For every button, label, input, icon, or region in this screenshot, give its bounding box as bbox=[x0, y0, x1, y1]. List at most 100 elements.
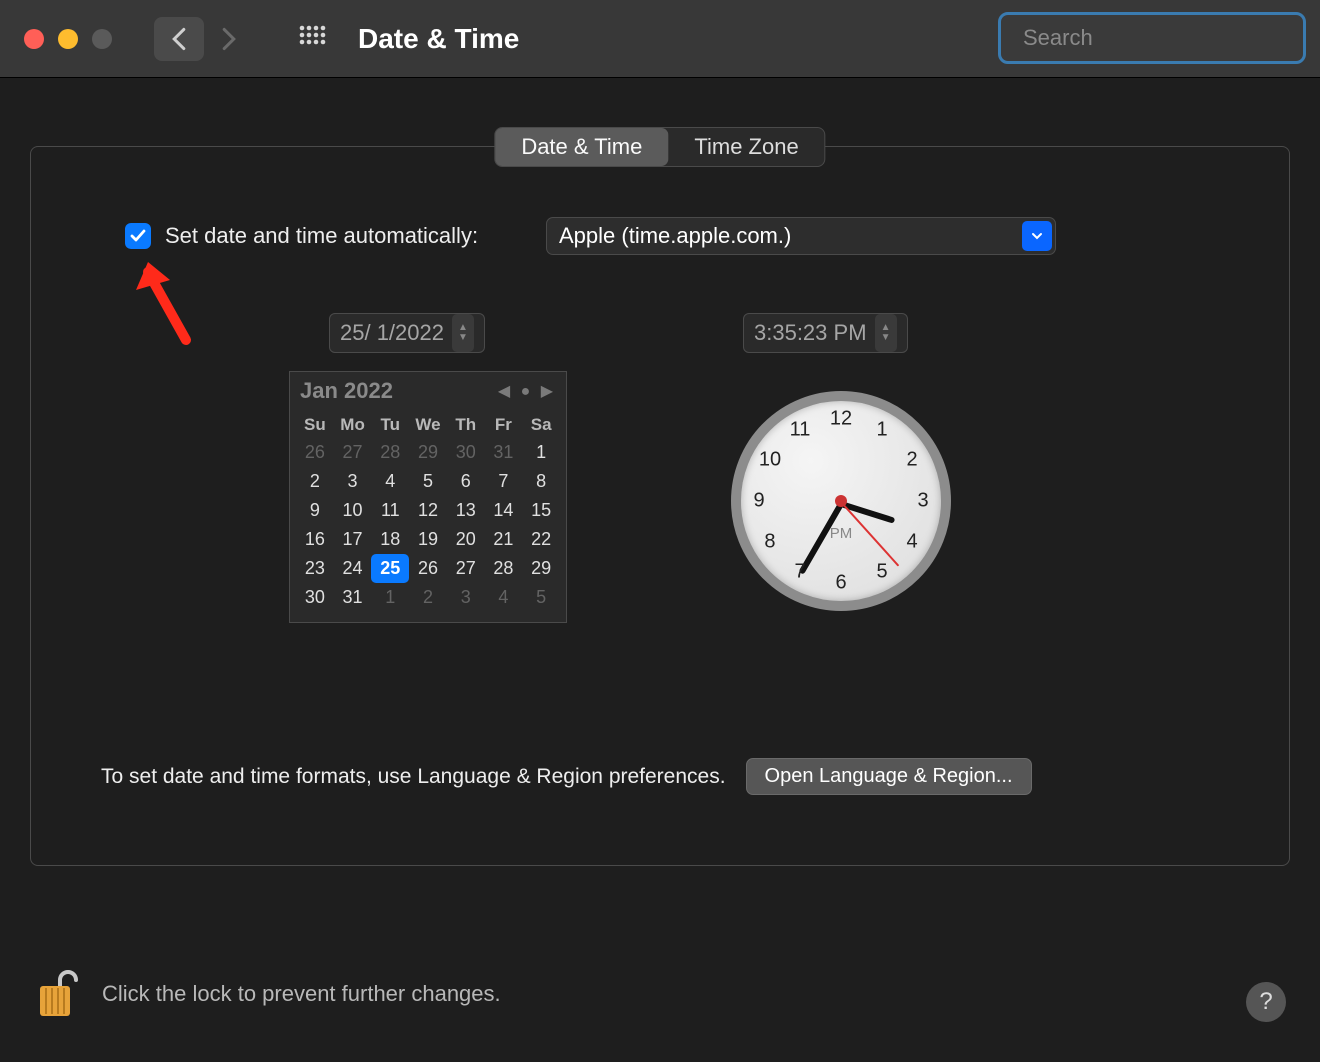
combo-dropdown-button[interactable] bbox=[1022, 221, 1052, 251]
forward-button[interactable] bbox=[204, 17, 254, 61]
open-language-region-button[interactable]: Open Language & Region... bbox=[746, 758, 1032, 795]
clock-number: 7 bbox=[794, 561, 805, 584]
calendar-month-label: Jan 2022 bbox=[300, 378, 498, 404]
calendar-day: 18 bbox=[371, 525, 409, 554]
calendar-day: 3 bbox=[334, 467, 372, 496]
calendar-dow: Mo bbox=[334, 412, 372, 438]
time-stepper: ▲▼ bbox=[875, 314, 897, 352]
calendar-day: 21 bbox=[485, 525, 523, 554]
minimize-window-button[interactable] bbox=[58, 29, 78, 49]
calendar-day: 1 bbox=[371, 583, 409, 612]
clock-number: 9 bbox=[753, 490, 764, 513]
window-title: Date & Time bbox=[358, 23, 519, 55]
search-field[interactable] bbox=[998, 12, 1306, 64]
calendar-day: 20 bbox=[447, 525, 485, 554]
calendar-day: 3 bbox=[447, 583, 485, 612]
tab-date-time[interactable]: Date & Time bbox=[495, 128, 668, 166]
clock-number: 8 bbox=[764, 531, 775, 554]
calendar-day: 31 bbox=[334, 583, 372, 612]
calendar-day: 8 bbox=[522, 467, 560, 496]
calendar-day: 4 bbox=[371, 467, 409, 496]
calendar-day: 4 bbox=[485, 583, 523, 612]
tab-time-zone[interactable]: Time Zone bbox=[668, 128, 824, 166]
clock-ampm: PM bbox=[830, 525, 853, 542]
calendar-day: 28 bbox=[485, 554, 523, 583]
calendar-dow: Sa bbox=[522, 412, 560, 438]
date-field: 25/ 1/2022 ▲▼ bbox=[329, 313, 485, 353]
calendar-day: 30 bbox=[447, 438, 485, 467]
show-all-icon[interactable] bbox=[298, 24, 328, 54]
calendar-day: 7 bbox=[485, 467, 523, 496]
calendar-day: 12 bbox=[409, 496, 447, 525]
calendar-nav: ◀ ● ▶ bbox=[498, 381, 556, 401]
back-button[interactable] bbox=[154, 17, 204, 61]
calendar-day: 30 bbox=[296, 583, 334, 612]
clock-number: 1 bbox=[876, 418, 887, 441]
calendar-day: 2 bbox=[409, 583, 447, 612]
clock-number: 4 bbox=[906, 531, 917, 554]
calendar-day: 25 bbox=[371, 554, 409, 583]
clock-number: 11 bbox=[790, 418, 811, 441]
nav-buttons bbox=[154, 17, 254, 61]
calendar-day: 11 bbox=[371, 496, 409, 525]
time-server-combo[interactable]: Apple (time.apple.com.) bbox=[546, 217, 1056, 255]
calendar-day: 1 bbox=[522, 438, 560, 467]
calendar-day: 6 bbox=[447, 467, 485, 496]
calendar-day: 24 bbox=[334, 554, 372, 583]
lock-hint: Click the lock to prevent further change… bbox=[102, 981, 501, 1007]
unlocked-lock-icon[interactable] bbox=[34, 966, 78, 1022]
calendar-day: 13 bbox=[447, 496, 485, 525]
calendar-day: 29 bbox=[409, 438, 447, 467]
auto-set-checkbox[interactable] bbox=[125, 223, 151, 249]
time-field-value: 3:35:23 PM bbox=[754, 320, 867, 346]
calendar-dow: Su bbox=[296, 412, 334, 438]
calendar-day: 28 bbox=[371, 438, 409, 467]
clock-number: 12 bbox=[830, 408, 852, 431]
calendar-day: 31 bbox=[485, 438, 523, 467]
calendar-day: 2 bbox=[296, 467, 334, 496]
search-input[interactable] bbox=[1023, 25, 1311, 51]
calendar-day: 23 bbox=[296, 554, 334, 583]
formats-hint: To set date and time formats, use Langua… bbox=[101, 765, 726, 789]
calendar-day: 14 bbox=[485, 496, 523, 525]
calendar-day: 10 bbox=[334, 496, 372, 525]
clock-number: 10 bbox=[759, 449, 781, 472]
zoom-window-button bbox=[92, 29, 112, 49]
analog-clock: PM 121234567891011 bbox=[731, 391, 951, 611]
close-window-button[interactable] bbox=[24, 29, 44, 49]
date-field-value: 25/ 1/2022 bbox=[340, 320, 444, 346]
window-controls bbox=[24, 29, 112, 49]
check-icon bbox=[129, 227, 147, 245]
clock-number: 2 bbox=[906, 449, 917, 472]
calendar-day: 9 bbox=[296, 496, 334, 525]
date-stepper: ▲▼ bbox=[452, 314, 474, 352]
chevron-down-icon bbox=[1030, 229, 1044, 243]
calendar-grid: SuMoTuWeThFrSa26272829303112345678910111… bbox=[290, 408, 566, 622]
calendar-dow: Fr bbox=[485, 412, 523, 438]
clock-pin bbox=[835, 495, 847, 507]
calendar-dow: Tu bbox=[371, 412, 409, 438]
titlebar: Date & Time bbox=[0, 0, 1320, 78]
calendar-dow: Th bbox=[447, 412, 485, 438]
preferences-panel: Date & Time Time Zone Set date and time … bbox=[30, 146, 1290, 866]
calendar-day: 5 bbox=[409, 467, 447, 496]
calendar-day: 26 bbox=[296, 438, 334, 467]
lock-row: Click the lock to prevent further change… bbox=[34, 966, 501, 1022]
calendar-day: 27 bbox=[334, 438, 372, 467]
time-field: 3:35:23 PM ▲▼ bbox=[743, 313, 908, 353]
calendar-day: 16 bbox=[296, 525, 334, 554]
calendar-day: 29 bbox=[522, 554, 560, 583]
calendar-day: 5 bbox=[522, 583, 560, 612]
annotation-arrow-icon bbox=[126, 250, 206, 350]
clock-number: 5 bbox=[876, 561, 887, 584]
help-button[interactable]: ? bbox=[1246, 982, 1286, 1022]
calendar-day: 15 bbox=[522, 496, 560, 525]
calendar-day: 22 bbox=[522, 525, 560, 554]
clock-number: 6 bbox=[835, 572, 846, 595]
time-server-value: Apple (time.apple.com.) bbox=[559, 223, 791, 249]
calendar-day: 27 bbox=[447, 554, 485, 583]
calendar: Jan 2022 ◀ ● ▶ SuMoTuWeThFrSa26272829303… bbox=[289, 371, 567, 623]
auto-set-label: Set date and time automatically: bbox=[165, 223, 478, 249]
calendar-day: 26 bbox=[409, 554, 447, 583]
tab-bar: Date & Time Time Zone bbox=[494, 127, 825, 167]
